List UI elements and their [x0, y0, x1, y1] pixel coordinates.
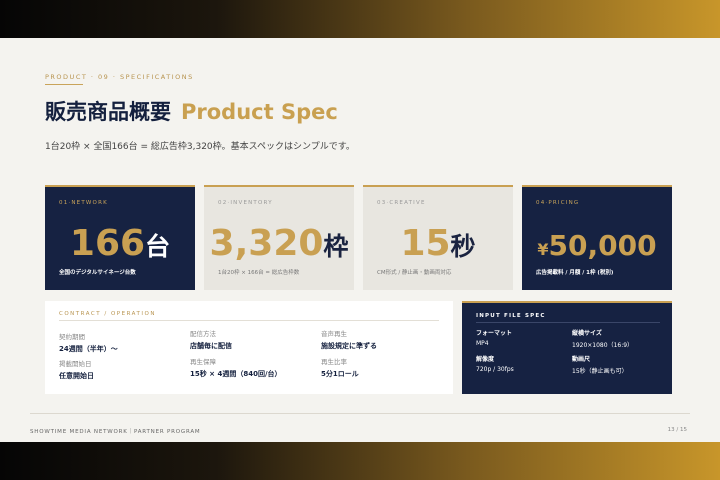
- card-value: 3,320枠: [204, 223, 354, 264]
- spec-key: 解像度: [476, 356, 495, 363]
- spec-key: 縦横サイズ: [572, 330, 602, 337]
- slide: PRODUCT · 09 · SPECIFICATIONS 販売商品概要 Prod…: [0, 38, 720, 442]
- page-subtitle: 1台20枠 × 全国166台 = 総広告枠3,320枠。基本スペックはシンプルで…: [45, 142, 355, 152]
- contract-heading: CONTRACT / OPERATION: [59, 311, 156, 317]
- card-pricing: 04·PRICING ¥50,000 広告掲載料 / 月額 / 1枠 (税別): [522, 185, 672, 290]
- spec-divider: [476, 322, 660, 323]
- card-label: 02·INVENTORY: [218, 200, 273, 206]
- card-label: 04·PRICING: [536, 200, 580, 206]
- card-number: 50,000: [548, 229, 657, 262]
- contract-key: 掲載開始日: [59, 360, 92, 368]
- footer-divider: [30, 413, 690, 414]
- spec-key: フォーマット: [476, 330, 513, 337]
- contract-item: 音声再生 施設規定に準ずる: [321, 328, 377, 351]
- card-number: 3,320: [209, 223, 324, 264]
- contract-item: 再生比率 5分1ロール: [321, 356, 359, 379]
- card-number: 15: [400, 223, 451, 264]
- footer-brand: SHOWTIME MEDIA NETWORK｜PARTNER PROGRAM: [30, 429, 201, 435]
- eyebrow-label: PRODUCT · 09 · SPECIFICATIONS: [45, 73, 194, 81]
- card-note: CM形式 / 静止画・動画両対応: [377, 270, 452, 276]
- card-value: ¥50,000: [522, 229, 672, 262]
- contract-value: 24週間（半年）〜: [59, 345, 118, 353]
- card-note: 広告掲載料 / 月額 / 1枠 (税別): [536, 270, 614, 276]
- contract-value: 任意開始日: [59, 372, 94, 380]
- card-currency: ¥: [537, 240, 549, 259]
- card-unit: 台: [145, 232, 171, 261]
- card-label: 03·CREATIVE: [377, 200, 426, 206]
- contract-value: 施設規定に準ずる: [321, 342, 377, 350]
- contract-item: 配信方法 店舗毎に配信: [190, 328, 232, 351]
- top-gradient-bar: [0, 0, 720, 38]
- spec-value: 1920×1080（16:9）: [572, 342, 634, 349]
- spec-value: MP4: [476, 340, 489, 347]
- contract-key: 再生比率: [321, 358, 347, 366]
- card-label: 01·NETWORK: [59, 200, 108, 206]
- contract-item: 契約期間 24週間（半年）〜: [59, 331, 118, 354]
- title-en: Product Spec: [181, 100, 338, 124]
- eyebrow-divider: [45, 84, 83, 85]
- card-unit: 枠: [323, 232, 349, 261]
- contract-key: 音声再生: [321, 330, 347, 338]
- contract-divider: [59, 320, 439, 321]
- title-ja: 販売商品概要: [45, 100, 171, 124]
- spec-heading: INPUT FILE SPEC: [476, 313, 546, 319]
- contract-value: 15秒 × 4週間（840回/台）: [190, 370, 282, 378]
- contract-key: 契約期間: [59, 333, 85, 341]
- spec-key: 動画尺: [572, 356, 591, 363]
- contract-item: 掲載開始日 任意開始日: [59, 358, 94, 381]
- contract-value: 5分1ロール: [321, 370, 359, 378]
- card-note: 1台20枠 × 166台 = 総広告枠数: [218, 270, 300, 276]
- card-creative: 03·CREATIVE 15秒 CM形式 / 静止画・動画両対応: [363, 185, 513, 290]
- card-note: 全国のデジタルサイネージ台数: [59, 270, 136, 276]
- contract-key: 再生保障: [190, 358, 216, 366]
- bottom-gradient-bar: [0, 442, 720, 480]
- contract-key: 配信方法: [190, 330, 216, 338]
- spec-value: 720p / 30fps: [476, 366, 514, 373]
- page-number: 13 / 15: [667, 427, 687, 433]
- contract-item: 再生保障 15秒 × 4週間（840回/台）: [190, 356, 282, 379]
- card-network: 01·NETWORK 166台 全国のデジタルサイネージ台数: [45, 185, 195, 290]
- spec-value: 15秒（静止画も可）: [572, 368, 628, 375]
- spec-item: フォーマット MP4: [476, 328, 512, 347]
- spec-item: 縦横サイズ 1920×1080（16:9）: [572, 328, 633, 349]
- slide-frame: PRODUCT · 09 · SPECIFICATIONS 販売商品概要 Prod…: [0, 0, 720, 480]
- spec-item: 動画尺 15秒（静止画も可）: [572, 354, 628, 375]
- card-value: 166台: [45, 223, 195, 264]
- spec-item: 解像度 720p / 30fps: [476, 354, 514, 373]
- input-spec-panel: INPUT FILE SPEC フォーマット MP4 縦横サイズ 1920×10…: [462, 301, 672, 394]
- card-inventory: 02·INVENTORY 3,320枠 1台20枠 × 166台 = 総広告枠数: [204, 185, 354, 290]
- contract-value: 店舗毎に配信: [190, 342, 232, 350]
- card-number: 166: [69, 223, 146, 264]
- page-title: 販売商品概要 Product Spec: [45, 96, 338, 126]
- card-value: 15秒: [363, 223, 513, 264]
- card-unit: 秒: [450, 232, 476, 261]
- contract-panel: CONTRACT / OPERATION 契約期間 24週間（半年）〜 配信方法…: [45, 301, 453, 394]
